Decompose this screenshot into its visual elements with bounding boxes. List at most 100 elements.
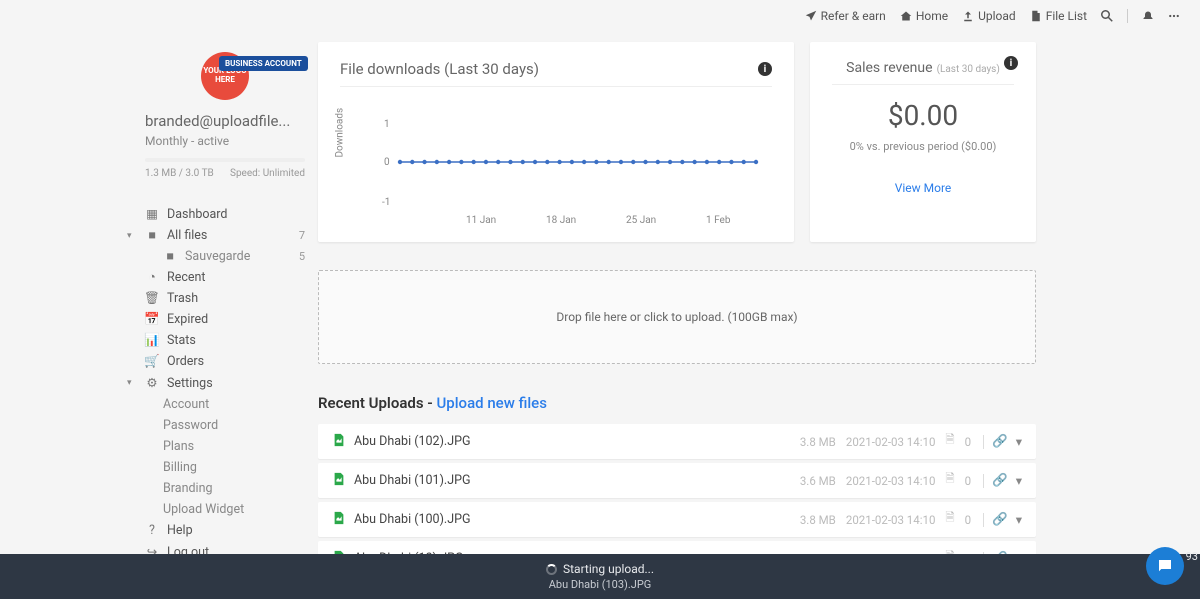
image-file-icon [332, 511, 346, 529]
upload-icon [962, 10, 974, 22]
storage-used: 1.3 MB / 3.0 TB [145, 168, 214, 179]
downloads-card: File downloads (Last 30 days) i Download… [318, 42, 794, 242]
chevron-down-icon[interactable]: ▾ [1016, 473, 1022, 489]
downloads-title: File downloads (Last 30 days) [340, 60, 539, 78]
file-type-icon: 🗎 [945, 510, 954, 529]
upload-new-link[interactable]: Upload new files [436, 394, 546, 412]
filelist-link[interactable]: File List [1030, 9, 1087, 23]
dropzone[interactable]: Drop file here or click to upload. (100G… [318, 270, 1036, 364]
home-icon [900, 10, 912, 22]
nav-branding[interactable]: Branding [145, 478, 305, 499]
file-row[interactable]: Abu Dhabi (102).JPG 3.8 MB 2021-02-03 14:1… [318, 424, 1036, 459]
revenue-compare: 0% vs. previous period ($0.00) [832, 140, 1014, 153]
chevron-down-icon[interactable]: ▾ [1016, 434, 1022, 450]
file-date: 2021-02-03 14:10 [846, 513, 936, 527]
nav-expired[interactable]: 📅Expired [145, 309, 305, 330]
storage-row: 1.3 MB / 3.0 TB Speed: Unlimited [145, 168, 305, 179]
file-type-icon: 🗎 [945, 471, 954, 490]
y-axis-label: Downloads [335, 108, 346, 158]
file-count: 0 [965, 474, 971, 488]
dashboard-icon: ▦ [145, 206, 159, 222]
chevron-down-icon[interactable]: ▾ [1016, 512, 1022, 528]
cart-icon: 🛒 [145, 354, 159, 369]
nav-sauvegarde[interactable]: ■Sauvegarde5 [145, 246, 305, 267]
calendar-icon: 📅 [145, 312, 159, 327]
caret-icon[interactable]: ▾ [127, 231, 132, 241]
bell-icon [1142, 10, 1154, 22]
help-icon: ? [145, 523, 159, 538]
search-link[interactable] [1101, 10, 1113, 22]
nav-password[interactable]: Password [145, 415, 305, 436]
nav-stats[interactable]: 📊Stats [145, 330, 305, 351]
dropzone-text: Drop file here or click to upload. (100G… [556, 310, 797, 324]
caret-icon[interactable]: ▾ [127, 378, 132, 388]
speed-label: Speed: Unlimited [230, 168, 305, 179]
bell-link[interactable] [1142, 10, 1154, 22]
file-date: 2021-02-03 14:10 [846, 435, 936, 449]
business-badge: BUSINESS ACCOUNT [219, 56, 308, 71]
account-email: branded@uploadfile... [145, 112, 305, 130]
link-icon[interactable]: 🔗 [992, 473, 1008, 488]
downloads-chart: Downloads 1 0 -1 11 Jan 18 Jan 25 Jan 1 … [340, 97, 772, 227]
file-name: Abu Dhabi (100).JPG [354, 512, 790, 527]
nav-orders[interactable]: 🛒Orders [145, 351, 305, 372]
nav-billing[interactable]: Billing [145, 457, 305, 478]
sidebar: YOUR LOGO HERE BUSINESS ACCOUNT branded@… [145, 52, 305, 563]
chat-icon [1156, 557, 1174, 575]
file-type-icon: 🗎 [945, 432, 954, 451]
revenue-amount: $0.00 [832, 99, 1014, 132]
file-count: 0 [965, 513, 971, 527]
image-file-icon [332, 433, 346, 451]
svg-text:1: 1 [384, 119, 390, 130]
more-link[interactable] [1168, 10, 1180, 22]
svg-text:1 Feb: 1 Feb [706, 215, 731, 226]
upload-link[interactable]: Upload [962, 9, 1016, 23]
nav-help[interactable]: ?Help [145, 520, 305, 541]
svg-text:11 Jan: 11 Jan [466, 215, 496, 226]
badge-count: 93 [1186, 550, 1198, 563]
nav-settings[interactable]: ▾⚙Settings [145, 372, 305, 394]
trash-icon: 🗑 [145, 291, 159, 306]
revenue-subtitle: (Last 30 days) [937, 64, 1000, 75]
info-icon[interactable]: i [758, 62, 772, 76]
file-count: 0 [965, 435, 971, 449]
svg-text:0: 0 [384, 157, 390, 168]
chat-bubble[interactable] [1146, 547, 1184, 585]
nav-all-files[interactable]: ▾■All files7 [145, 225, 305, 246]
upload-status: Starting upload... [563, 562, 654, 576]
link-icon[interactable]: 🔗 [992, 434, 1008, 449]
file-row[interactable]: Abu Dhabi (100).JPG3.8 MB2021-02-03 14:1… [318, 502, 1036, 537]
more-icon [1168, 10, 1180, 22]
nav-account[interactable]: Account [145, 394, 305, 415]
svg-text:-1: -1 [382, 197, 390, 208]
file-name: Abu Dhabi (102).JPG [354, 434, 790, 449]
nav-widget[interactable]: Upload Widget [145, 499, 305, 520]
separator [1127, 9, 1128, 23]
nav-plans[interactable]: Plans [145, 436, 305, 457]
folder-icon: ■ [145, 228, 159, 243]
nav-trash[interactable]: 🗑Trash [145, 288, 305, 309]
nav-dashboard[interactable]: ▦Dashboard [145, 203, 305, 225]
plan-status: Monthly - active [145, 134, 305, 148]
link-icon[interactable]: 🔗 [992, 512, 1008, 527]
chart-svg: 1 0 -1 11 Jan 18 Jan 25 Jan 1 Feb [376, 97, 776, 227]
file-size: 3.8 MB [800, 435, 836, 449]
storage-bar [145, 158, 305, 162]
upload-footer: Starting upload... Abu Dhabi (103).JPG [0, 554, 1200, 599]
file-row[interactable]: Abu Dhabi (101).JPG3.6 MB2021-02-03 14:1… [318, 463, 1036, 498]
chart-icon: 📊 [145, 333, 159, 348]
nav-recent[interactable]: ◔Recent [145, 267, 305, 288]
home-link[interactable]: Home [900, 9, 948, 23]
paper-plane-icon [805, 10, 817, 22]
revenue-view-more[interactable]: View More [895, 181, 952, 195]
info-icon[interactable]: i [1004, 56, 1018, 70]
svg-text:18 Jan: 18 Jan [546, 215, 576, 226]
spinner-icon [546, 564, 557, 575]
revenue-title: Sales revenue [846, 60, 932, 76]
recent-header: Recent Uploads - Upload new files [318, 394, 547, 412]
file-name: Abu Dhabi (101).JPG [354, 473, 790, 488]
upload-filename: Abu Dhabi (103).JPG [0, 578, 1200, 591]
refer-link[interactable]: Refer & earn [805, 9, 886, 23]
svg-text:25 Jan: 25 Jan [626, 215, 656, 226]
file-date: 2021-02-03 14:10 [846, 474, 936, 488]
